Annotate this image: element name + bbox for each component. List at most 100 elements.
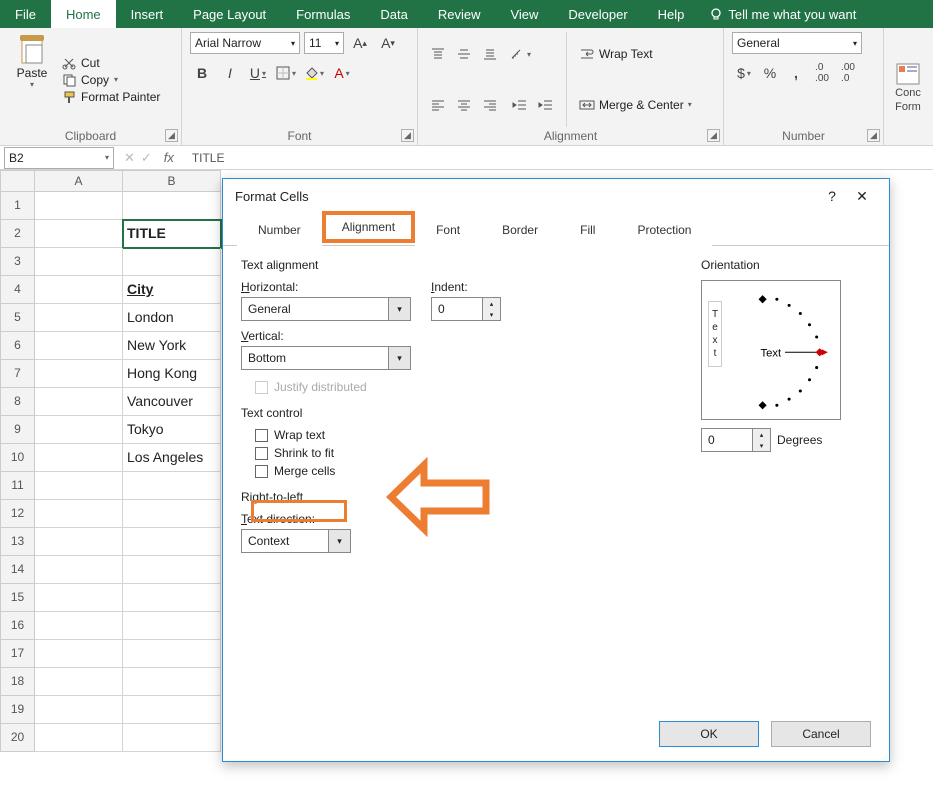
cell[interactable] [123,556,221,584]
cell[interactable] [123,724,221,752]
cell[interactable] [35,416,123,444]
align-bottom-button[interactable] [478,43,502,65]
increase-font-button[interactable]: A▴ [348,32,372,54]
align-center-button[interactable] [452,94,476,116]
merge-center-button[interactable]: Merge & Center ▾ [575,96,696,114]
row-header[interactable]: 5 [0,304,35,332]
confirm-edit-icon[interactable]: ✓ [141,150,152,166]
row-header[interactable]: 3 [0,248,35,276]
cell[interactable]: Hong Kong [123,360,221,388]
tab-help[interactable]: Help [643,0,700,28]
row-header[interactable]: 6 [0,332,35,360]
row-header[interactable]: 20 [0,724,35,752]
paste-icon[interactable] [16,32,48,66]
copy-button[interactable]: Copy ▾ [62,73,160,87]
dlg-tab-fill[interactable]: Fill [559,214,616,246]
decrease-indent-button[interactable] [508,94,532,116]
cut-button[interactable]: Cut [62,56,160,70]
cell[interactable]: TITLE [123,220,221,248]
row-header[interactable]: 19 [0,696,35,724]
borders-button[interactable] [274,62,298,84]
tab-data[interactable]: Data [365,0,422,28]
dlg-tab-border[interactable]: Border [481,214,559,246]
cell[interactable] [35,556,123,584]
cell[interactable] [35,640,123,668]
accounting-format-button[interactable]: $ [732,62,756,84]
ok-button[interactable]: OK [659,721,759,747]
conditional-formatting-icon[interactable] [896,63,920,85]
align-top-button[interactable] [426,43,450,65]
cell[interactable] [123,192,221,220]
increase-decimal-button[interactable]: .0.00 [810,62,834,84]
font-color-button[interactable]: A [330,62,354,84]
align-middle-button[interactable] [452,43,476,65]
row-header[interactable]: 15 [0,584,35,612]
cell[interactable]: New York [123,332,221,360]
cell[interactable] [35,724,123,752]
cell[interactable] [123,248,221,276]
paste-label[interactable]: Paste [17,66,48,80]
cell[interactable] [35,332,123,360]
cell[interactable] [35,696,123,724]
comma-button[interactable]: , [784,62,808,84]
row-header[interactable]: 14 [0,556,35,584]
tab-view[interactable]: View [495,0,553,28]
cell[interactable] [35,472,123,500]
cell[interactable] [123,584,221,612]
col-header-a[interactable]: A [35,170,123,192]
cell[interactable] [35,612,123,640]
orientation-button[interactable] [508,43,532,65]
format-painter-button[interactable]: Format Painter [62,90,160,104]
row-header[interactable]: 18 [0,668,35,696]
clipboard-launcher[interactable]: ◢ [165,129,178,142]
tab-review[interactable]: Review [423,0,496,28]
tell-me-search[interactable]: Tell me what you want [699,0,866,28]
row-header[interactable]: 10 [0,444,35,472]
tab-developer[interactable]: Developer [553,0,642,28]
tab-insert[interactable]: Insert [116,0,179,28]
cancel-button[interactable]: Cancel [771,721,871,747]
font-launcher[interactable]: ◢ [401,129,414,142]
row-header[interactable]: 12 [0,500,35,528]
horizontal-combo[interactable]: General▾ [241,297,411,321]
font-size-combo[interactable]: 11▾ [304,32,344,54]
dlg-tab-font[interactable]: Font [415,214,481,246]
degrees-spin[interactable]: 0▴▾ [701,428,771,452]
dlg-tab-protection[interactable]: Protection [616,214,712,246]
tab-file[interactable]: File [0,0,51,28]
row-header[interactable]: 7 [0,360,35,388]
decrease-decimal-button[interactable]: .00.0 [836,62,860,84]
cancel-edit-icon[interactable]: ✕ [124,150,135,166]
cell[interactable] [35,304,123,332]
col-header-b[interactable]: B [123,170,221,192]
fill-color-button[interactable] [302,62,326,84]
tab-home[interactable]: Home [51,0,116,28]
number-launcher[interactable]: ◢ [867,129,880,142]
formula-input[interactable]: TITLE [186,151,933,165]
shrink-to-fit-check[interactable]: Shrink to fit [255,446,681,460]
row-header[interactable]: 11 [0,472,35,500]
cell[interactable] [35,360,123,388]
dialog-close-button[interactable]: ✕ [847,188,877,205]
vertical-combo[interactable]: Bottom▾ [241,346,411,370]
cell[interactable] [35,444,123,472]
indent-spin[interactable]: 0▴▾ [431,297,501,321]
font-name-combo[interactable]: Arial Narrow▾ [190,32,300,54]
alignment-launcher[interactable]: ◢ [707,129,720,142]
cell[interactable]: Vancouver [123,388,221,416]
cell[interactable] [35,248,123,276]
dlg-tab-number[interactable]: Number [237,214,322,246]
cell[interactable] [123,472,221,500]
dlg-tab-alignment[interactable]: Alignment [322,211,415,243]
decrease-font-button[interactable]: A▾ [376,32,400,54]
select-all-corner[interactable] [0,170,35,192]
cell[interactable] [123,696,221,724]
row-header[interactable]: 17 [0,640,35,668]
align-right-button[interactable] [478,94,502,116]
wrap-text-button[interactable]: Wrap Text [575,45,696,63]
align-left-button[interactable] [426,94,450,116]
tab-formulas[interactable]: Formulas [281,0,365,28]
tab-page-layout[interactable]: Page Layout [178,0,281,28]
row-header[interactable]: 2 [0,220,35,248]
cell[interactable] [123,500,221,528]
